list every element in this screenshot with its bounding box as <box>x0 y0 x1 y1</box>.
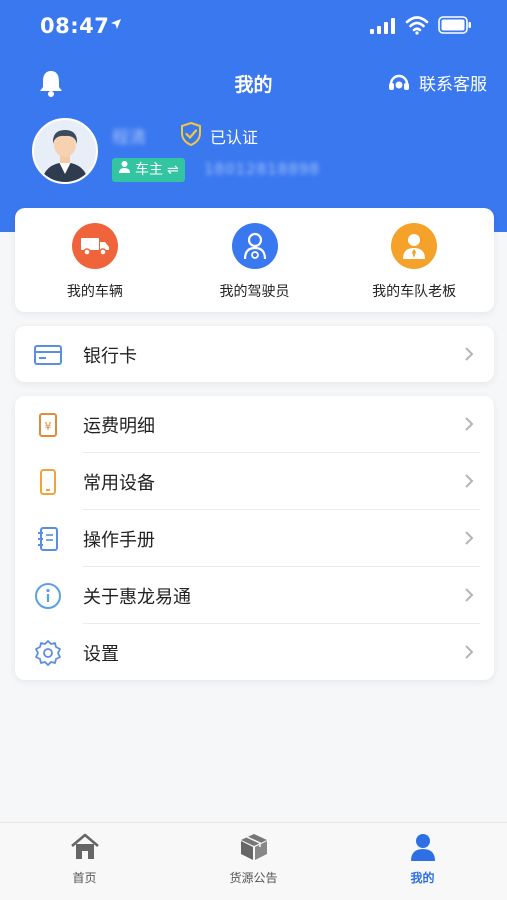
svg-text:¥: ¥ <box>45 420 52 433</box>
menu-item-settings[interactable]: 设置 <box>15 624 494 681</box>
menu-item-bank-card[interactable]: 银行卡 <box>15 326 494 383</box>
quick-circle <box>231 223 278 269</box>
wifi-icon <box>405 16 429 35</box>
quick-label: 我的车队老板 <box>372 284 457 300</box>
quick-label: 我的车辆 <box>66 284 123 300</box>
menu-label: 常用设备 <box>83 472 155 494</box>
home-icon <box>70 833 99 859</box>
battery-icon <box>438 16 471 34</box>
box-icon <box>240 834 267 860</box>
menu-label: 设置 <box>83 643 119 665</box>
menu-label: 操作手册 <box>83 529 155 551</box>
chevron-right-icon <box>465 417 474 431</box>
info-icon <box>35 583 61 609</box>
menu-label: 银行卡 <box>83 345 137 367</box>
menu-item-freight-detail[interactable]: ¥ 运费明细 <box>15 396 494 453</box>
truck-icon <box>80 238 109 256</box>
tab-bar: 首页 货源公告 我的 <box>0 822 507 900</box>
menu-item-manual[interactable]: 操作手册 <box>15 510 494 567</box>
location-arrow-icon <box>110 16 122 34</box>
chevron-right-icon <box>465 531 474 545</box>
contact-service-label: 联系客服 <box>419 75 487 95</box>
chevron-right-icon <box>465 474 474 488</box>
swap-icon: ⇌ <box>167 162 179 178</box>
user-name: 程清 <box>112 128 146 148</box>
freight-bill-icon: ¥ <box>39 413 57 437</box>
manual-icon <box>38 527 58 551</box>
status-bar: 08:47 <box>0 0 507 54</box>
tab-mine[interactable]: 我的 <box>338 823 507 900</box>
quick-circle <box>391 223 438 269</box>
signal-icon <box>370 18 395 34</box>
user-icon <box>410 834 435 861</box>
my-fleet-boss-button[interactable]: 我的车队老板 <box>334 208 494 312</box>
chevron-right-icon <box>465 645 474 659</box>
nav-bar: 我的 联系客服 <box>0 58 507 108</box>
driver-icon <box>243 232 266 260</box>
phone-device-icon <box>40 469 56 495</box>
headset-icon <box>389 74 409 90</box>
boss-icon <box>403 234 426 259</box>
menu-item-about[interactable]: 关于惠龙易通 <box>15 567 494 624</box>
role-switch-badge[interactable]: 车主 ⇌ <box>112 158 185 182</box>
bank-card-icon <box>34 345 62 365</box>
certified-status: 已认证 <box>210 128 259 147</box>
profile-section: 程清 已认证 车主 ⇌ 18012818898 <box>32 118 492 188</box>
person-icon <box>118 158 131 182</box>
menu-label: 关于惠龙易通 <box>83 586 191 608</box>
avatar[interactable] <box>32 118 98 184</box>
chevron-right-icon <box>465 588 474 602</box>
contact-service-button[interactable]: 联系客服 <box>387 70 487 95</box>
tab-label: 货源公告 <box>229 871 278 885</box>
bank-card-section: 银行卡 <box>15 326 494 382</box>
gear-icon <box>35 640 61 666</box>
shield-check-icon <box>181 122 201 146</box>
quick-label: 我的驾驶员 <box>219 284 290 300</box>
role-label: 车主 <box>135 162 163 178</box>
quick-circle <box>71 223 118 269</box>
menu-item-common-devices[interactable]: 常用设备 <box>15 453 494 510</box>
chevron-right-icon <box>465 347 474 361</box>
quick-actions-card: 我的车辆 我的驾驶员 我的车队老板 <box>15 208 494 312</box>
user-phone: 18012818898 <box>204 160 320 178</box>
tab-label: 我的 <box>410 871 435 885</box>
tab-home[interactable]: 首页 <box>0 823 169 900</box>
menu-list: ¥ 运费明细 常用设备 操作手册 关于惠龙易通 设置 <box>15 396 494 680</box>
tab-cargo-notice[interactable]: 货源公告 <box>169 823 338 900</box>
tab-label: 首页 <box>72 871 97 885</box>
my-drivers-button[interactable]: 我的驾驶员 <box>175 208 335 312</box>
status-time: 08:47 <box>40 14 110 38</box>
my-vehicles-button[interactable]: 我的车辆 <box>15 208 175 312</box>
menu-label: 运费明细 <box>83 415 155 437</box>
